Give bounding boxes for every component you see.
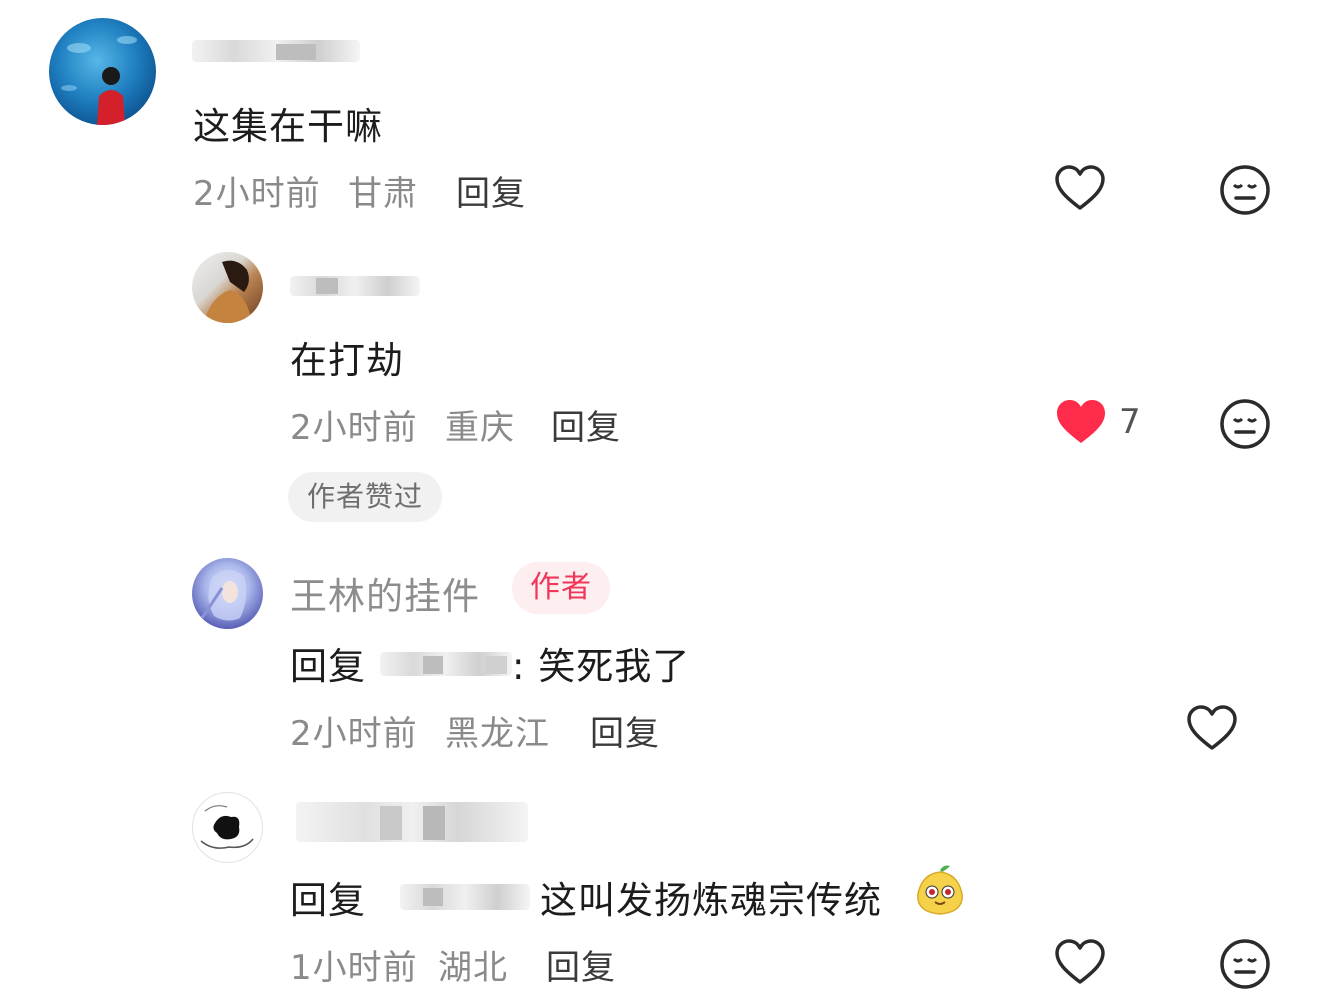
like-count: 7 [1119, 402, 1141, 442]
username-obscured[interactable] [296, 802, 528, 842]
username-obscured-block [276, 44, 316, 60]
username-obscured-block [423, 806, 445, 840]
comment-location: 黑龙江 [445, 714, 550, 754]
author-badge: 作者 [512, 562, 610, 614]
comment-location: 重庆 [445, 408, 515, 448]
comment-location: 甘肃 [348, 174, 418, 214]
reply-button[interactable]: 回复 [546, 940, 616, 989]
comment-time: 1小时前 [290, 948, 418, 988]
comment-list: 这集在干嘛 2小时前 甘肃 回复 在打劫 2小时前 重庆 回复 7 作者赞过 王… [0, 0, 1320, 999]
reply-button[interactable]: 回复 [551, 400, 621, 449]
heart-outline-icon[interactable] [1054, 164, 1106, 216]
reply-prefix: 回复 [290, 879, 366, 922]
comment-text: 这叫发扬炼魂宗传统 [540, 879, 882, 922]
comment-text: 这集在干嘛 [193, 105, 383, 148]
comment-time: 2小时前 [193, 174, 321, 214]
mentioned-username-obscured[interactable] [400, 884, 530, 910]
comment-text: 在打劫 [290, 339, 404, 382]
comment-text: : 笑死我了 [512, 645, 691, 688]
avatar[interactable] [192, 558, 263, 629]
reply-button[interactable]: 回复 [456, 166, 526, 215]
avatar[interactable] [192, 792, 263, 863]
heart-outline-icon[interactable] [1186, 704, 1238, 756]
meh-face-icon[interactable] [1219, 938, 1271, 994]
pear-mascot-emoji [914, 862, 966, 920]
username[interactable]: 王林的挂件 [290, 566, 480, 620]
username-obscured-block [423, 656, 443, 674]
comment-location: 湖北 [438, 948, 508, 988]
meh-face-icon[interactable] [1219, 164, 1271, 220]
reply-prefix: 回复 [290, 645, 366, 688]
username-obscured-block [485, 656, 507, 674]
heart-filled-icon[interactable] [1055, 398, 1107, 450]
author-liked-chip: 作者赞过 [288, 472, 443, 522]
comment-time: 2小时前 [290, 408, 418, 448]
username-obscured[interactable] [290, 276, 420, 296]
avatar[interactable] [192, 252, 263, 323]
username-obscured-block [423, 888, 443, 906]
username-obscured-block [380, 806, 402, 840]
avatar[interactable] [49, 18, 156, 125]
heart-outline-icon[interactable] [1054, 938, 1106, 990]
username-obscured-block [316, 278, 338, 294]
comment-time: 2小时前 [290, 714, 418, 754]
reply-button[interactable]: 回复 [590, 706, 660, 755]
meh-face-icon[interactable] [1219, 398, 1271, 454]
